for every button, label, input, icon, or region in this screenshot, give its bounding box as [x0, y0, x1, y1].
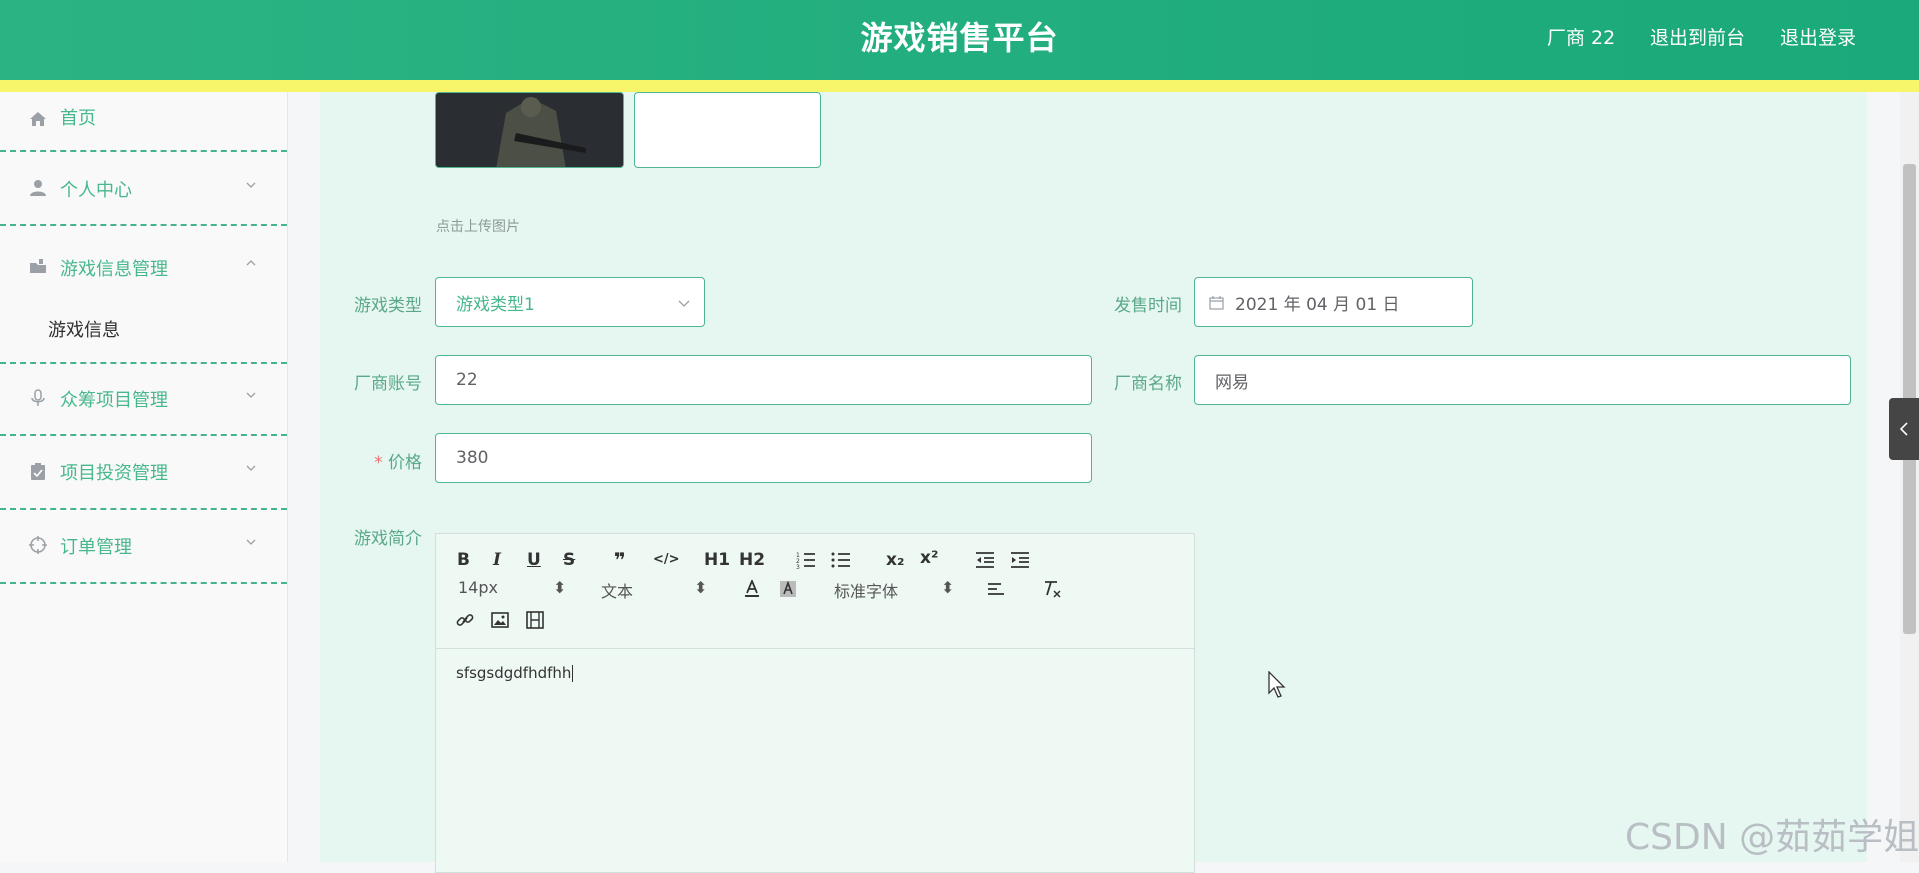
watermark: CSDN @茹茹学姐 — [1625, 817, 1919, 858]
price-label-text: 价格 — [388, 453, 422, 473]
chevron-up-icon — [246, 260, 256, 266]
sidebar-item-crowdfunding-management[interactable]: 众筹项目管理 — [0, 364, 287, 436]
editor-toolbar: B I U S ❞ </> H1 H2 123 x₂ x² 14px ⬍ 文本 … — [436, 534, 1194, 649]
sidebar-item-home[interactable]: 首页 — [0, 92, 287, 152]
superscript-button[interactable]: x² — [920, 548, 938, 568]
h2-button[interactable]: H2 — [739, 550, 765, 570]
bold-button[interactable]: B — [457, 550, 470, 570]
sidebar-item-personal-center[interactable]: 个人中心 — [0, 152, 287, 226]
vendor-account-value: 22 — [456, 370, 478, 390]
vendor-name-input[interactable]: 网易 — [1194, 355, 1851, 405]
text-type-select[interactable]: 文本 — [601, 578, 633, 602]
align-icon[interactable] — [987, 581, 1005, 599]
panel-toggle-button[interactable] — [1889, 398, 1919, 460]
text-caret — [572, 665, 574, 682]
sidebar-item-investment-management[interactable]: 项目投资管理 — [0, 436, 287, 510]
sidebar-item-game-info-management[interactable]: 游戏信息管理 游戏信息 — [0, 226, 287, 364]
back-to-front-link[interactable]: 退出到前台 — [1650, 0, 1745, 76]
chevron-down-icon — [678, 300, 690, 307]
mouse-cursor-icon — [1268, 671, 1286, 698]
vendor-name-value: 网易 — [1215, 372, 1249, 393]
font-family-select[interactable]: 标准字体 — [834, 578, 898, 602]
sidebar-item-order-management[interactable]: 订单管理 — [0, 510, 287, 584]
chevron-down-icon — [246, 182, 256, 188]
sidebar-item-label: 游戏信息管理 — [60, 259, 168, 280]
sidebar-subitem-game-info[interactable]: 游戏信息 — [48, 316, 120, 342]
chevron-down-icon — [246, 539, 256, 545]
sidebar: 首页 个人中心 游戏信息管理 游戏信息 众筹项目管理 项目投资管理 订单管理 — [0, 92, 288, 862]
chevron-down-icon — [246, 465, 256, 471]
svg-text:3: 3 — [796, 564, 800, 570]
outdent-icon[interactable] — [975, 550, 995, 570]
rich-text-editor[interactable]: B I U S ❞ </> H1 H2 123 x₂ x² 14px ⬍ 文本 … — [435, 533, 1195, 873]
target-icon — [29, 536, 47, 554]
ordered-list-icon[interactable]: 123 — [796, 550, 816, 570]
h1-button[interactable]: H1 — [704, 550, 730, 570]
background-color-icon[interactable] — [779, 580, 797, 598]
image-icon[interactable] — [491, 611, 509, 629]
font-size-select[interactable]: 14px — [458, 578, 498, 597]
release-time-label: 发售时间 — [1114, 296, 1182, 316]
subscript-button[interactable]: x₂ — [886, 550, 904, 570]
upload-image-slot[interactable] — [634, 92, 821, 168]
release-date-input[interactable]: 2021 年 04 月 01 日 — [1194, 277, 1473, 327]
soldier-image-icon — [436, 93, 623, 167]
sidebar-item-label: 首页 — [60, 108, 96, 129]
link-icon[interactable] — [456, 611, 474, 629]
upload-hint: 点击上传图片 — [436, 219, 520, 235]
sidebar-item-label: 订单管理 — [60, 537, 132, 558]
vendor-account-label: 厂商账号 — [354, 374, 422, 394]
microphone-icon — [31, 389, 45, 406]
current-user: 厂商 22 — [1547, 27, 1616, 49]
sidebar-item-label: 众筹项目管理 — [60, 390, 168, 411]
price-label: * 价格 — [338, 448, 422, 473]
logout-link[interactable]: 退出登录 — [1780, 0, 1856, 76]
release-date-value: 2021 年 04 月 01 日 — [1235, 294, 1400, 315]
vendor-name-label: 厂商名称 — [1114, 374, 1182, 394]
site-title: 游戏销售平台 — [860, 19, 1059, 57]
folder-icon — [30, 259, 46, 273]
game-type-label: 游戏类型 — [354, 296, 422, 316]
price-value: 380 — [456, 448, 489, 468]
home-icon — [30, 112, 46, 126]
video-icon[interactable] — [526, 611, 544, 629]
sidebar-item-label: 个人中心 — [60, 180, 132, 201]
calendar-icon — [1209, 296, 1224, 310]
header-accent-line — [0, 80, 1919, 92]
sidebar-item-label: 项目投资管理 — [60, 463, 168, 484]
strike-button[interactable]: S — [563, 550, 575, 570]
quote-button[interactable]: ❞ — [614, 548, 626, 572]
editor-content[interactable]: sfsgsdgdfhdfhh — [456, 664, 574, 682]
clipboard-icon — [31, 463, 45, 480]
editor-text: sfsgsdgdfhdfhh — [456, 664, 572, 682]
price-input[interactable]: 380 — [435, 433, 1092, 483]
font-size-arrows-icon[interactable]: ⬍ — [553, 578, 566, 597]
vendor-account-input[interactable]: 22 — [435, 355, 1092, 405]
code-button[interactable]: </> — [653, 552, 680, 567]
italic-button[interactable]: I — [493, 550, 501, 570]
user-icon — [30, 180, 46, 196]
uploaded-game-image[interactable] — [435, 92, 624, 168]
indent-icon[interactable] — [1010, 550, 1030, 570]
required-mark: * — [374, 453, 383, 473]
chevron-down-icon — [246, 392, 256, 398]
text-type-arrows-icon[interactable]: ⬍ — [694, 578, 707, 597]
chevron-left-icon — [1899, 422, 1908, 436]
clear-format-icon[interactable] — [1042, 579, 1062, 599]
underline-button[interactable]: U — [527, 550, 541, 570]
font-color-icon[interactable] — [743, 580, 761, 598]
bullet-list-icon[interactable] — [831, 550, 851, 570]
game-type-value: 游戏类型1 — [456, 294, 535, 315]
game-type-select[interactable]: 游戏类型1 — [435, 277, 705, 327]
game-intro-label: 游戏简介 — [354, 529, 422, 549]
font-family-arrows-icon[interactable]: ⬍ — [941, 578, 954, 597]
